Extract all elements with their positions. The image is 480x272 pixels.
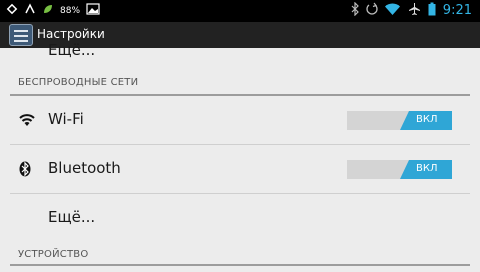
wifi-status-icon (384, 3, 400, 18)
leaf-icon (42, 3, 54, 18)
settings-list[interactable]: Ещё... БЕСПРОВОДНЫЕ СЕТИ Wi-Fi ВКЛ Bluet… (0, 41, 480, 272)
tethering-icon (6, 3, 18, 18)
notification-icon (24, 3, 36, 18)
bluetooth-icon (19, 161, 31, 177)
wifi-icon (19, 114, 35, 126)
wifi-label: Wi-Fi (48, 110, 84, 128)
clock: 9:21 (442, 3, 472, 18)
device-section-header: УСТРОЙСТВО (18, 249, 89, 260)
bluetooth-toggle-label: ВКЛ (416, 163, 438, 174)
wireless-section-header: БЕСПРОВОДНЫЕ СЕТИ (18, 77, 139, 88)
bluetooth-status-icon (351, 1, 359, 19)
status-bar-right: 9:21 (351, 1, 472, 19)
wifi-toggle-label: ВКЛ (416, 114, 438, 125)
status-bar: 88% 9:21 (0, 0, 480, 22)
bluetooth-toggle-thumb: ВКЛ (400, 160, 452, 179)
battery-percent: 88% (60, 5, 81, 16)
airplane-icon (407, 2, 421, 19)
wifi-toggle-thumb: ВКЛ (400, 111, 452, 130)
settings-app-icon[interactable] (9, 24, 33, 46)
wifi-toggle[interactable]: ВКЛ (347, 111, 452, 130)
bluetooth-toggle[interactable]: ВКЛ (347, 160, 452, 179)
status-bar-left: 88% (6, 3, 100, 18)
bluetooth-label: Bluetooth (48, 159, 121, 177)
more-item-partial[interactable]: Ещё... (48, 41, 95, 59)
rotate-icon (366, 2, 378, 19)
wifi-row[interactable]: Wi-Fi ВКЛ (0, 96, 480, 144)
more-label: Ещё... (48, 208, 96, 226)
picture-icon (86, 3, 100, 18)
battery-icon (428, 2, 436, 19)
section-divider (10, 264, 470, 266)
more-row[interactable]: Ещё... (0, 194, 480, 241)
bluetooth-row[interactable]: Bluetooth ВКЛ (0, 145, 480, 193)
page-title: Настройки (37, 27, 105, 41)
